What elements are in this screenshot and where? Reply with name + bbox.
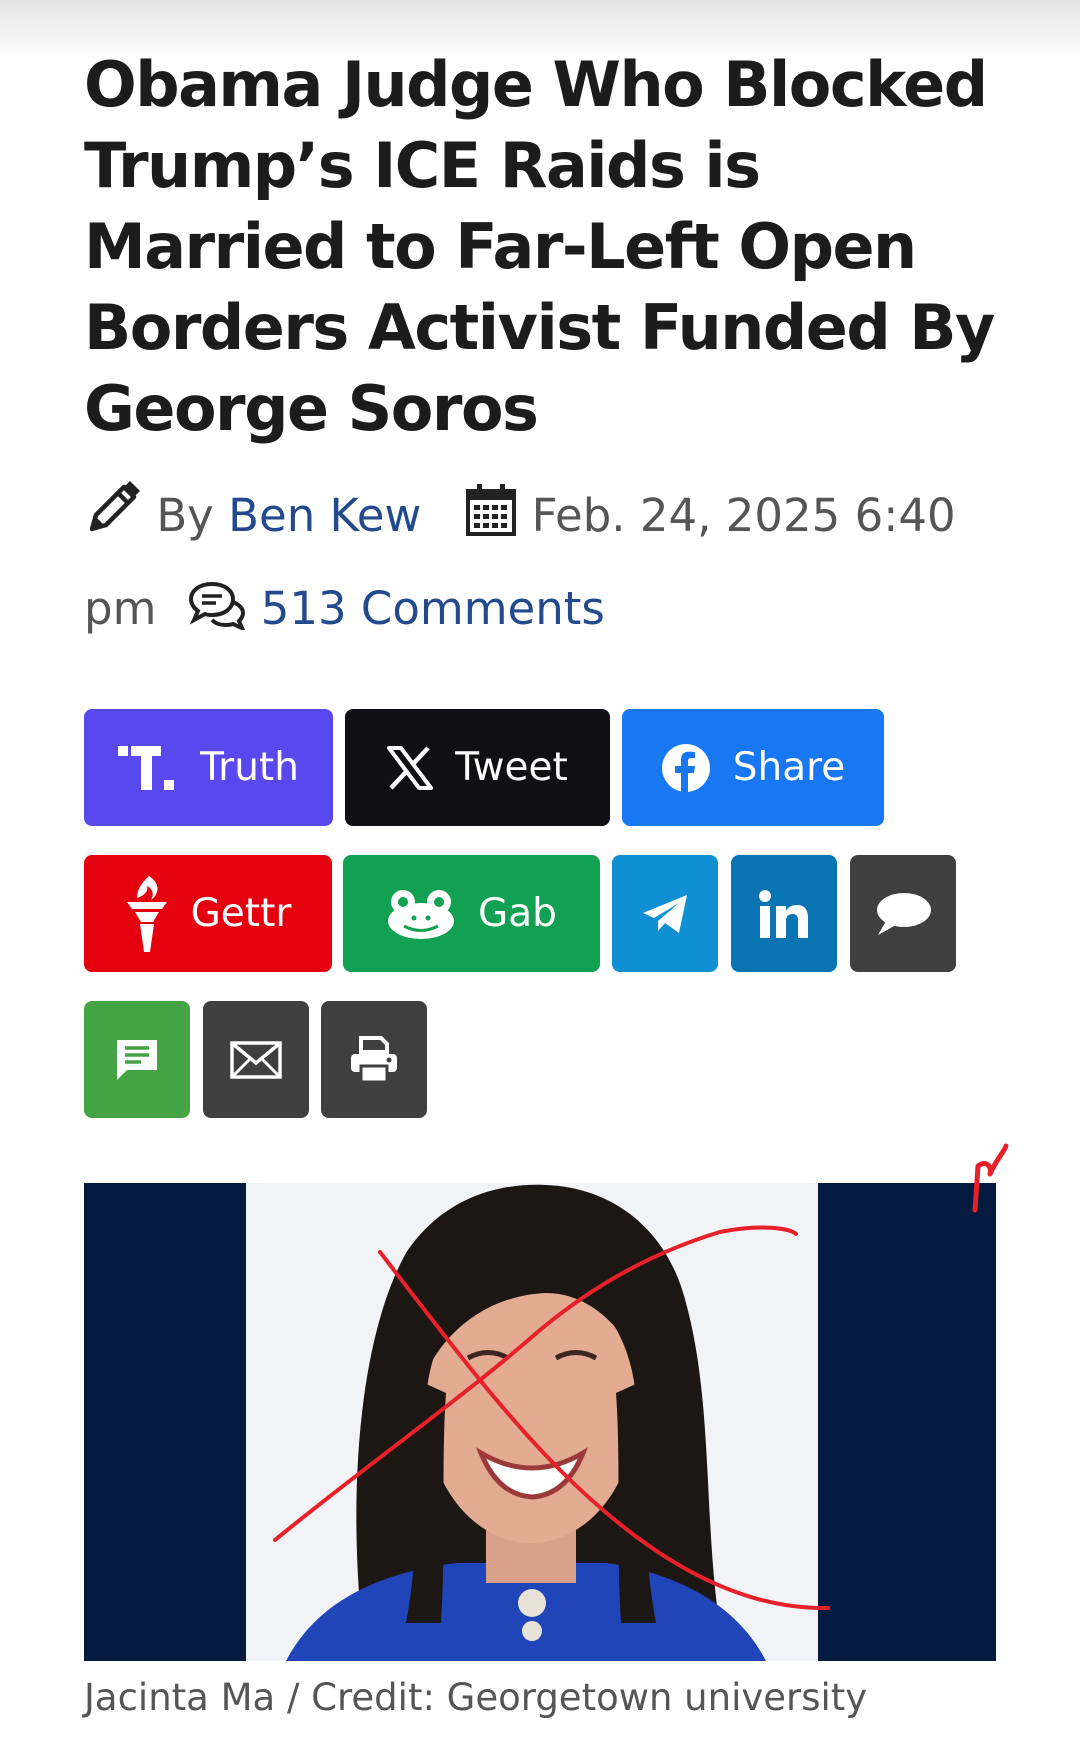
article-headline: Obama Judge Who Blocked Trump’s ICE Raid… [84, 48, 995, 445]
linkedin-icon [758, 889, 810, 939]
sms-icon [115, 1038, 159, 1082]
email-share-button[interactable] [203, 1001, 309, 1118]
gettr-share-button[interactable]: Gettr [84, 855, 332, 972]
pencil-icon [84, 478, 142, 565]
tweet-share-button[interactable]: Tweet [345, 709, 610, 826]
telegram-icon [641, 893, 689, 935]
truth-social-share-button[interactable]: Truth [84, 709, 333, 826]
print-icon [349, 1035, 399, 1084]
telegram-share-button[interactable] [612, 855, 718, 972]
comment-share-button[interactable] [850, 855, 956, 972]
sms-share-button[interactable] [84, 1001, 190, 1118]
linkedin-share-button[interactable] [731, 855, 837, 972]
author-link[interactable]: Ben Kew [228, 489, 421, 542]
article-photo [84, 1183, 996, 1661]
portrait-image [246, 1183, 818, 1661]
article-page: Obama Judge Who Blocked Trump’s ICE Raid… [0, 0, 1080, 1758]
gab-share-button[interactable]: Gab [343, 855, 600, 972]
article-meta: By Ben Kew Feb. 24, 2025 6:40 pm 513 Com… [84, 472, 1014, 658]
print-button[interactable] [321, 1001, 427, 1118]
gettr-label: Gettr [190, 891, 292, 936]
facebook-share-button[interactable]: Share [622, 709, 884, 826]
truth-label: Truth [200, 745, 299, 790]
comments-icon [188, 571, 247, 658]
tweet-label: Tweet [455, 745, 568, 790]
facebook-icon [661, 743, 711, 793]
facebook-share-label: Share [732, 745, 846, 790]
speech-bubble-icon [874, 891, 932, 937]
gab-frog-icon [386, 888, 456, 940]
gettr-torch-icon [125, 875, 169, 952]
x-icon [387, 745, 434, 790]
calendar-icon [465, 478, 517, 565]
photo-caption: Jacinta Ma / Credit: Georgetown universi… [84, 1676, 868, 1719]
truth-social-icon [118, 742, 178, 794]
comments-link[interactable]: 513 Comments [261, 582, 605, 635]
gab-label: Gab [478, 891, 557, 936]
byline-prefix: By [156, 489, 214, 542]
email-icon [230, 1040, 282, 1079]
